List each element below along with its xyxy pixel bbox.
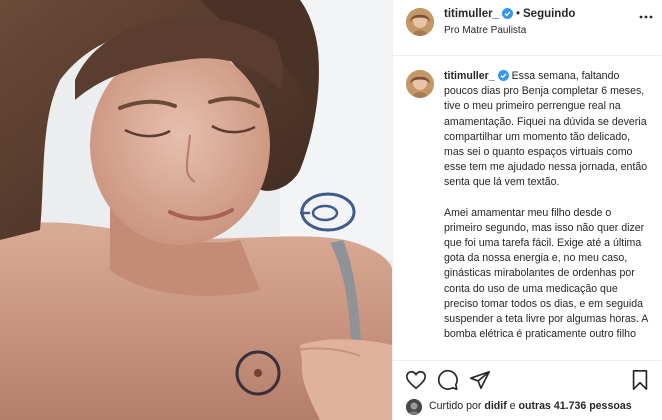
author-username[interactable]: titimuller_ [444, 8, 499, 20]
separator-dot: • [515, 8, 520, 20]
post-details-panel: titimuller_ • Seguindo Pro Matre Paulista … [392, 0, 662, 420]
comment-icon[interactable] [437, 369, 459, 391]
post-photo[interactable] [0, 0, 392, 420]
caption-author-avatar[interactable] [406, 70, 434, 98]
bookmark-icon[interactable] [629, 369, 651, 391]
author-avatar[interactable] [406, 8, 434, 36]
post-location[interactable]: Pro Matre Paulista [444, 25, 526, 36]
avatar-image [406, 399, 422, 415]
caption-paragraph-2: Amei amamentar meu filho desde o primeir… [444, 206, 650, 343]
likes-count[interactable]: outras 41.736 pessoas [519, 400, 632, 412]
liker-avatar[interactable] [406, 399, 422, 415]
share-icon[interactable] [469, 369, 491, 391]
following-button[interactable]: Seguindo [523, 8, 575, 20]
liked-by-prefix: Curtido por [429, 400, 482, 412]
caption-text-2: Amei amamentar meu filho desde o primeir… [444, 206, 648, 341]
selfie-photo [0, 0, 392, 420]
header-user-line: titimuller_ • Seguindo [444, 8, 575, 20]
avatar-image [406, 8, 434, 36]
post-action-bar [393, 360, 662, 398]
caption-username[interactable]: titimuller_ [444, 70, 495, 82]
caption-scroll-area[interactable]: titimuller_ Essa semana, faltando poucos… [393, 57, 662, 360]
post-header: titimuller_ • Seguindo Pro Matre Paulista [393, 0, 662, 56]
liked-by-user[interactable]: didif [484, 400, 506, 412]
likes-row: Curtido por didif e outras 41.736 pessoa… [393, 396, 662, 418]
liked-by-text: Curtido por didif e outras 41.736 pessoa… [429, 400, 632, 412]
more-options-icon[interactable] [639, 10, 653, 24]
post-caption: titimuller_ Essa semana, faltando poucos… [444, 69, 650, 357]
verified-badge-icon [497, 70, 509, 81]
caption-text-1: Essa semana, faltando poucos dias pro Be… [444, 70, 648, 189]
caption-paragraph-1: titimuller_ Essa semana, faltando poucos… [444, 69, 650, 191]
liked-by-connector: e [509, 400, 516, 412]
verified-badge-icon [501, 8, 513, 19]
instagram-post: titimuller_ • Seguindo Pro Matre Paulista … [0, 0, 662, 420]
avatar-image [406, 70, 434, 98]
heart-icon[interactable] [405, 369, 427, 391]
